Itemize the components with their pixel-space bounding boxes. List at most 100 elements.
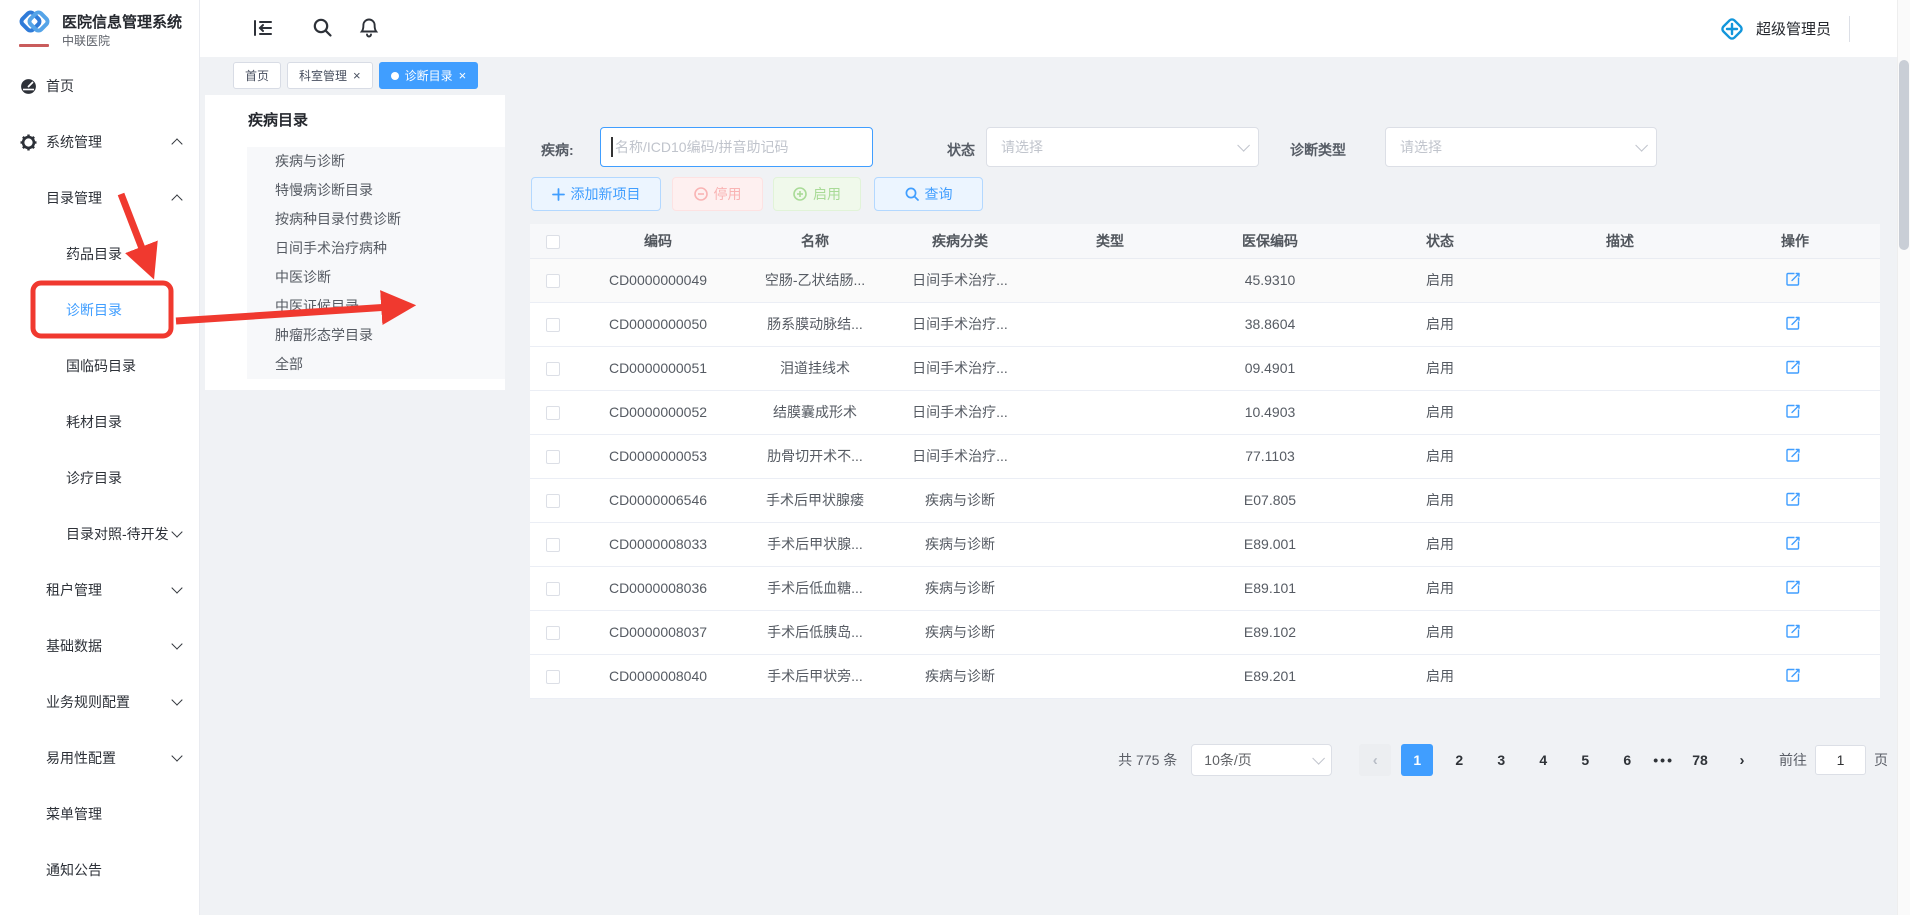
cell-insurance-code: 77.1103 bbox=[1190, 434, 1350, 478]
chevron-icon bbox=[171, 750, 182, 761]
tree-item[interactable]: 全部 bbox=[247, 350, 505, 379]
sidebar-item[interactable]: 通知公告 bbox=[0, 842, 199, 898]
tab-label: 诊断目录 bbox=[405, 67, 453, 84]
enable-button[interactable]: 启用 bbox=[773, 177, 861, 211]
view-tab[interactable]: 科室管理 × bbox=[287, 62, 373, 89]
sidebar-item[interactable]: 药品目录 bbox=[0, 226, 199, 282]
goto-page-input[interactable] bbox=[1815, 745, 1866, 775]
sidebar-item[interactable]: 目录对照-待开发 bbox=[0, 506, 199, 562]
cell-name: 空肠-乙状结肠... bbox=[740, 258, 890, 302]
pagination: 共 775 条 10条/页 ‹ 123456 ••• 78 › 前往 页 bbox=[1118, 744, 1888, 776]
cell-type bbox=[1030, 434, 1190, 478]
sidebar-item[interactable]: 菜单管理 bbox=[0, 786, 199, 842]
edit-button[interactable] bbox=[1786, 316, 1805, 330]
row-checkbox[interactable] bbox=[546, 582, 560, 596]
tree-item[interactable]: 特慢病诊断目录 bbox=[247, 176, 505, 205]
user-avatar-icon bbox=[1718, 15, 1746, 43]
sidebar-item[interactable]: 业务规则配置 bbox=[0, 674, 199, 730]
status-select[interactable]: 请选择 bbox=[986, 127, 1259, 167]
row-checkbox[interactable] bbox=[546, 670, 560, 684]
sidebar-item-label: 首页 bbox=[46, 76, 74, 96]
page-number-button[interactable]: 5 bbox=[1569, 744, 1601, 776]
col-category: 疾病分类 bbox=[890, 224, 1030, 258]
prev-page-button[interactable]: ‹ bbox=[1359, 744, 1391, 776]
sidebar-item[interactable]: 系统管理 bbox=[0, 114, 199, 170]
row-checkbox[interactable] bbox=[546, 494, 560, 508]
tree-item[interactable]: 按病种目录付费诊断 bbox=[247, 205, 505, 234]
edit-button[interactable] bbox=[1786, 580, 1805, 594]
cell-name: 手术后低血糖... bbox=[740, 566, 890, 610]
page-number-button[interactable]: 1 bbox=[1401, 744, 1433, 776]
tree-item[interactable]: 日间手术治疗病种 bbox=[247, 234, 505, 263]
search-icon[interactable] bbox=[312, 17, 334, 39]
cell-name: 手术后甲状腺... bbox=[740, 522, 890, 566]
close-tab-icon[interactable]: × bbox=[353, 69, 361, 82]
add-item-button[interactable]: 添加新项目 bbox=[531, 177, 661, 211]
row-checkbox[interactable] bbox=[546, 538, 560, 552]
sidebar-item[interactable]: 诊断目录 bbox=[0, 282, 199, 338]
cell-insurance-code: E89.201 bbox=[1190, 654, 1350, 698]
cell-code: CD0000008037 bbox=[576, 610, 740, 654]
edit-button[interactable] bbox=[1786, 624, 1805, 638]
page-scrollbar-thumb[interactable] bbox=[1899, 60, 1909, 250]
edit-button[interactable] bbox=[1786, 668, 1805, 682]
sidebar-item[interactable]: 耗材目录 bbox=[0, 394, 199, 450]
goto-label: 前往 bbox=[1779, 750, 1807, 770]
query-button[interactable]: 查询 bbox=[874, 177, 983, 211]
sidebar-nav: 首页 系统管理 目录管理 药品目录 bbox=[0, 58, 199, 898]
close-tab-icon[interactable]: × bbox=[459, 69, 467, 82]
edit-button[interactable] bbox=[1786, 404, 1805, 418]
page-number-button[interactable]: 2 bbox=[1443, 744, 1475, 776]
cell-category: 日间手术治疗... bbox=[890, 390, 1030, 434]
view-tab[interactable]: 诊断目录 × bbox=[379, 62, 479, 89]
cell-status: 启用 bbox=[1350, 390, 1530, 434]
edit-button[interactable] bbox=[1786, 272, 1805, 286]
edit-button[interactable] bbox=[1786, 448, 1805, 462]
sidebar-item[interactable]: 易用性配置 bbox=[0, 730, 199, 786]
disease-filter-label: 疾病: bbox=[541, 131, 574, 169]
disease-search-input[interactable] bbox=[600, 127, 873, 167]
sidebar-item[interactable]: 诊疗目录 bbox=[0, 450, 199, 506]
sidebar-item[interactable]: 首页 bbox=[0, 58, 199, 114]
diagnosis-table: 编码 名称 疾病分类 类型 医保编码 状态 描述 操作 CD0000000049… bbox=[530, 224, 1880, 699]
edit-button[interactable] bbox=[1786, 492, 1805, 506]
select-all-checkbox[interactable] bbox=[546, 235, 560, 249]
sidebar-item[interactable]: 国临码目录 bbox=[0, 338, 199, 394]
row-checkbox[interactable] bbox=[546, 626, 560, 640]
sidebar-item[interactable]: 租户管理 bbox=[0, 562, 199, 618]
sidebar-item-label: 诊断目录 bbox=[66, 300, 122, 320]
row-checkbox[interactable] bbox=[546, 450, 560, 464]
edit-button[interactable] bbox=[1786, 360, 1805, 374]
sidebar-item[interactable]: 基础数据 bbox=[0, 618, 199, 674]
topbar-user-area[interactable]: 超级管理员 bbox=[1718, 0, 1850, 57]
sidebar-item[interactable]: 目录管理 bbox=[0, 170, 199, 226]
page-scrollbar-track bbox=[1897, 0, 1910, 915]
tree-item[interactable]: 中医诊断 bbox=[247, 263, 505, 292]
col-actions: 操作 bbox=[1710, 224, 1880, 258]
bell-icon[interactable] bbox=[359, 17, 381, 39]
edit-button[interactable] bbox=[1786, 536, 1805, 550]
cell-category: 日间手术治疗... bbox=[890, 434, 1030, 478]
col-description: 描述 bbox=[1530, 224, 1710, 258]
tree-item[interactable]: 疾病与诊断 bbox=[247, 147, 505, 176]
page-number-button[interactable]: 4 bbox=[1527, 744, 1559, 776]
collapse-menu-icon[interactable] bbox=[252, 17, 274, 39]
view-tab[interactable]: 首页 bbox=[233, 62, 281, 89]
row-checkbox[interactable] bbox=[546, 406, 560, 420]
row-checkbox[interactable] bbox=[546, 318, 560, 332]
chevron-icon bbox=[171, 694, 182, 705]
page-number-button[interactable]: 6 bbox=[1611, 744, 1643, 776]
disable-button[interactable]: 停用 bbox=[672, 177, 763, 211]
row-checkbox[interactable] bbox=[546, 274, 560, 288]
page-number-button[interactable]: 3 bbox=[1485, 744, 1517, 776]
sidebar-item-label: 菜单管理 bbox=[46, 804, 102, 824]
last-page-button[interactable]: 78 bbox=[1684, 744, 1716, 776]
row-checkbox[interactable] bbox=[546, 362, 560, 376]
page-size-select[interactable]: 10条/页 bbox=[1191, 744, 1332, 776]
diagnosis-type-select[interactable]: 请选择 bbox=[1385, 127, 1657, 167]
tree-item[interactable]: 中医证候目录 bbox=[247, 292, 505, 321]
cell-insurance-code: 10.4903 bbox=[1190, 390, 1350, 434]
next-page-button[interactable]: › bbox=[1726, 744, 1758, 776]
tree-item[interactable]: 肿瘤形态学目录 bbox=[247, 321, 505, 350]
cell-name: 肋骨切开术不... bbox=[740, 434, 890, 478]
